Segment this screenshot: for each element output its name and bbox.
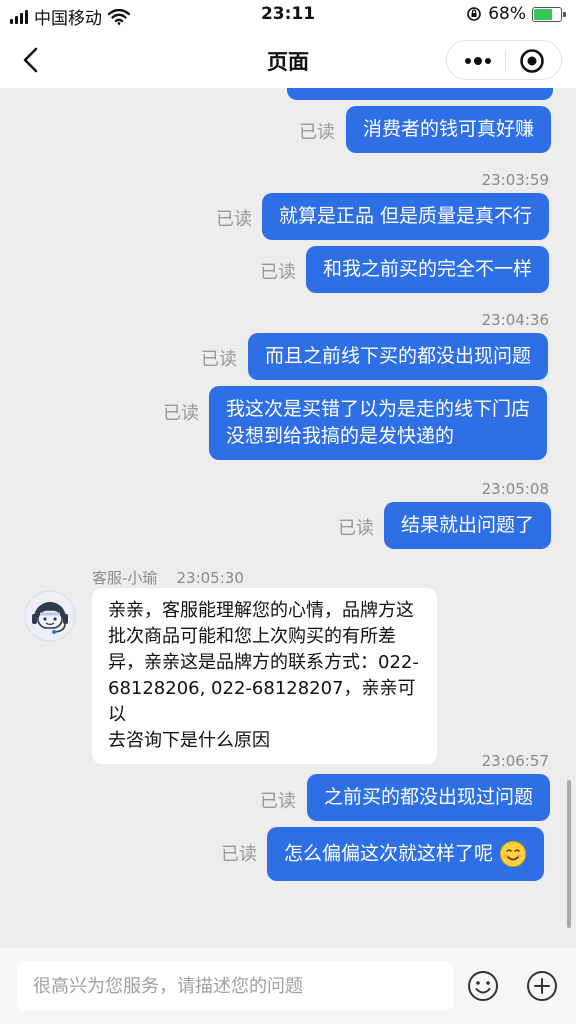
message-bubble[interactable]: 和我之前买的完全不一样 bbox=[306, 246, 550, 293]
capsule-divider bbox=[505, 51, 506, 71]
agent-message-time: 23:05:30 bbox=[176, 569, 244, 587]
read-status: 已读 bbox=[260, 262, 296, 283]
orientation-lock-icon bbox=[467, 7, 482, 21]
agent-message-line: 批次商品可能和您上次购买的有所差 bbox=[108, 626, 396, 647]
agent-message-line: 亲亲，客服能理解您的心情，品牌方这 bbox=[108, 600, 414, 621]
battery-fill bbox=[534, 8, 552, 20]
read-status: 已读 bbox=[216, 209, 252, 230]
message-text: 消费者的钱可真好赚 bbox=[363, 118, 535, 140]
timestamp: 23:05:08 bbox=[481, 480, 549, 498]
timestamp: 23:04:36 bbox=[481, 311, 549, 329]
timestamp: 23:03:59 bbox=[481, 171, 549, 189]
agent-name: 客服-小瑜 bbox=[92, 569, 158, 587]
status-right: 68% bbox=[466, 4, 566, 24]
message-text: 就算是正品 但是质量是真不行 bbox=[279, 205, 533, 227]
message-bubble[interactable]: 而且之前线下买的都没出现问题 bbox=[248, 333, 549, 380]
plus-icon[interactable] bbox=[525, 969, 559, 1003]
read-status: 已读 bbox=[260, 791, 296, 812]
chat-area[interactable]: 已读 消费者的钱可真好赚 23:03:59 已读 就算是正品 但是质量是真不行 … bbox=[0, 88, 576, 948]
smile-emoji-icon bbox=[500, 841, 527, 867]
nav-bar: 页面 bbox=[0, 32, 576, 88]
read-status: 已读 bbox=[221, 844, 257, 865]
read-status: 已读 bbox=[299, 122, 335, 143]
message-bubble[interactable]: 消费者的钱可真好赚 bbox=[346, 106, 552, 153]
message-text: 之前买的都没出现过问题 bbox=[324, 786, 534, 808]
agent-message-bubble[interactable]: 亲亲，客服能理解您的心情，品牌方这 批次商品可能和您上次购买的有所差 异，亲亲这… bbox=[92, 588, 437, 764]
message-input[interactable] bbox=[17, 961, 453, 1011]
more-icon[interactable] bbox=[461, 49, 495, 73]
message-bubble[interactable]: 之前买的都没出现过问题 bbox=[307, 774, 551, 821]
agent-avatar[interactable] bbox=[24, 590, 76, 642]
agent-sender-line: 客服-小瑜 23:05:30 bbox=[92, 567, 244, 588]
message-bubble[interactable]: 我这次是买错了以为是走的线下门店 没想到给我搞的是发快递的 bbox=[209, 386, 548, 460]
read-status: 已读 bbox=[201, 349, 237, 370]
message-text: 结果就出问题了 bbox=[401, 514, 535, 536]
mini-program-capsule bbox=[446, 40, 562, 80]
target-icon[interactable] bbox=[519, 48, 545, 74]
read-status: 已读 bbox=[163, 403, 199, 424]
input-bar bbox=[0, 948, 576, 1024]
message-text-line: 没想到给我搞的是发快递的 bbox=[226, 425, 455, 447]
message-text: 而且之前线下买的都没出现问题 bbox=[265, 345, 532, 367]
emoji-icon[interactable] bbox=[466, 969, 500, 1003]
battery-icon bbox=[532, 6, 566, 22]
message-bubble[interactable]: 怎么偏偏这次就这样了呢 bbox=[267, 827, 545, 881]
scrollbar[interactable] bbox=[567, 780, 571, 928]
read-status: 已读 bbox=[338, 518, 374, 539]
message-bubble[interactable]: 结果就出问题了 bbox=[384, 502, 552, 549]
message-bubble[interactable]: 就算是正品 但是质量是真不行 bbox=[262, 193, 550, 240]
status-bar: 中国移动 23:11 68% bbox=[0, 0, 576, 32]
timestamp: 23:06:57 bbox=[481, 752, 549, 770]
message-text: 怎么偏偏这次就这样了呢 bbox=[284, 842, 494, 865]
agent-message-line: 去咨询下是什么原因 bbox=[108, 730, 270, 751]
message-text-line: 我这次是买错了以为是走的线下门店 bbox=[226, 398, 531, 420]
message-bubble-partial[interactable] bbox=[287, 88, 553, 100]
agent-message-line: 异，亲亲这是品牌方的联系方式：022- bbox=[108, 652, 419, 673]
message-text: 和我之前买的完全不一样 bbox=[323, 258, 533, 280]
battery-percent: 68% bbox=[488, 4, 526, 24]
agent-message-line: 68128206, 022-68128207，亲亲可以 bbox=[108, 678, 416, 725]
